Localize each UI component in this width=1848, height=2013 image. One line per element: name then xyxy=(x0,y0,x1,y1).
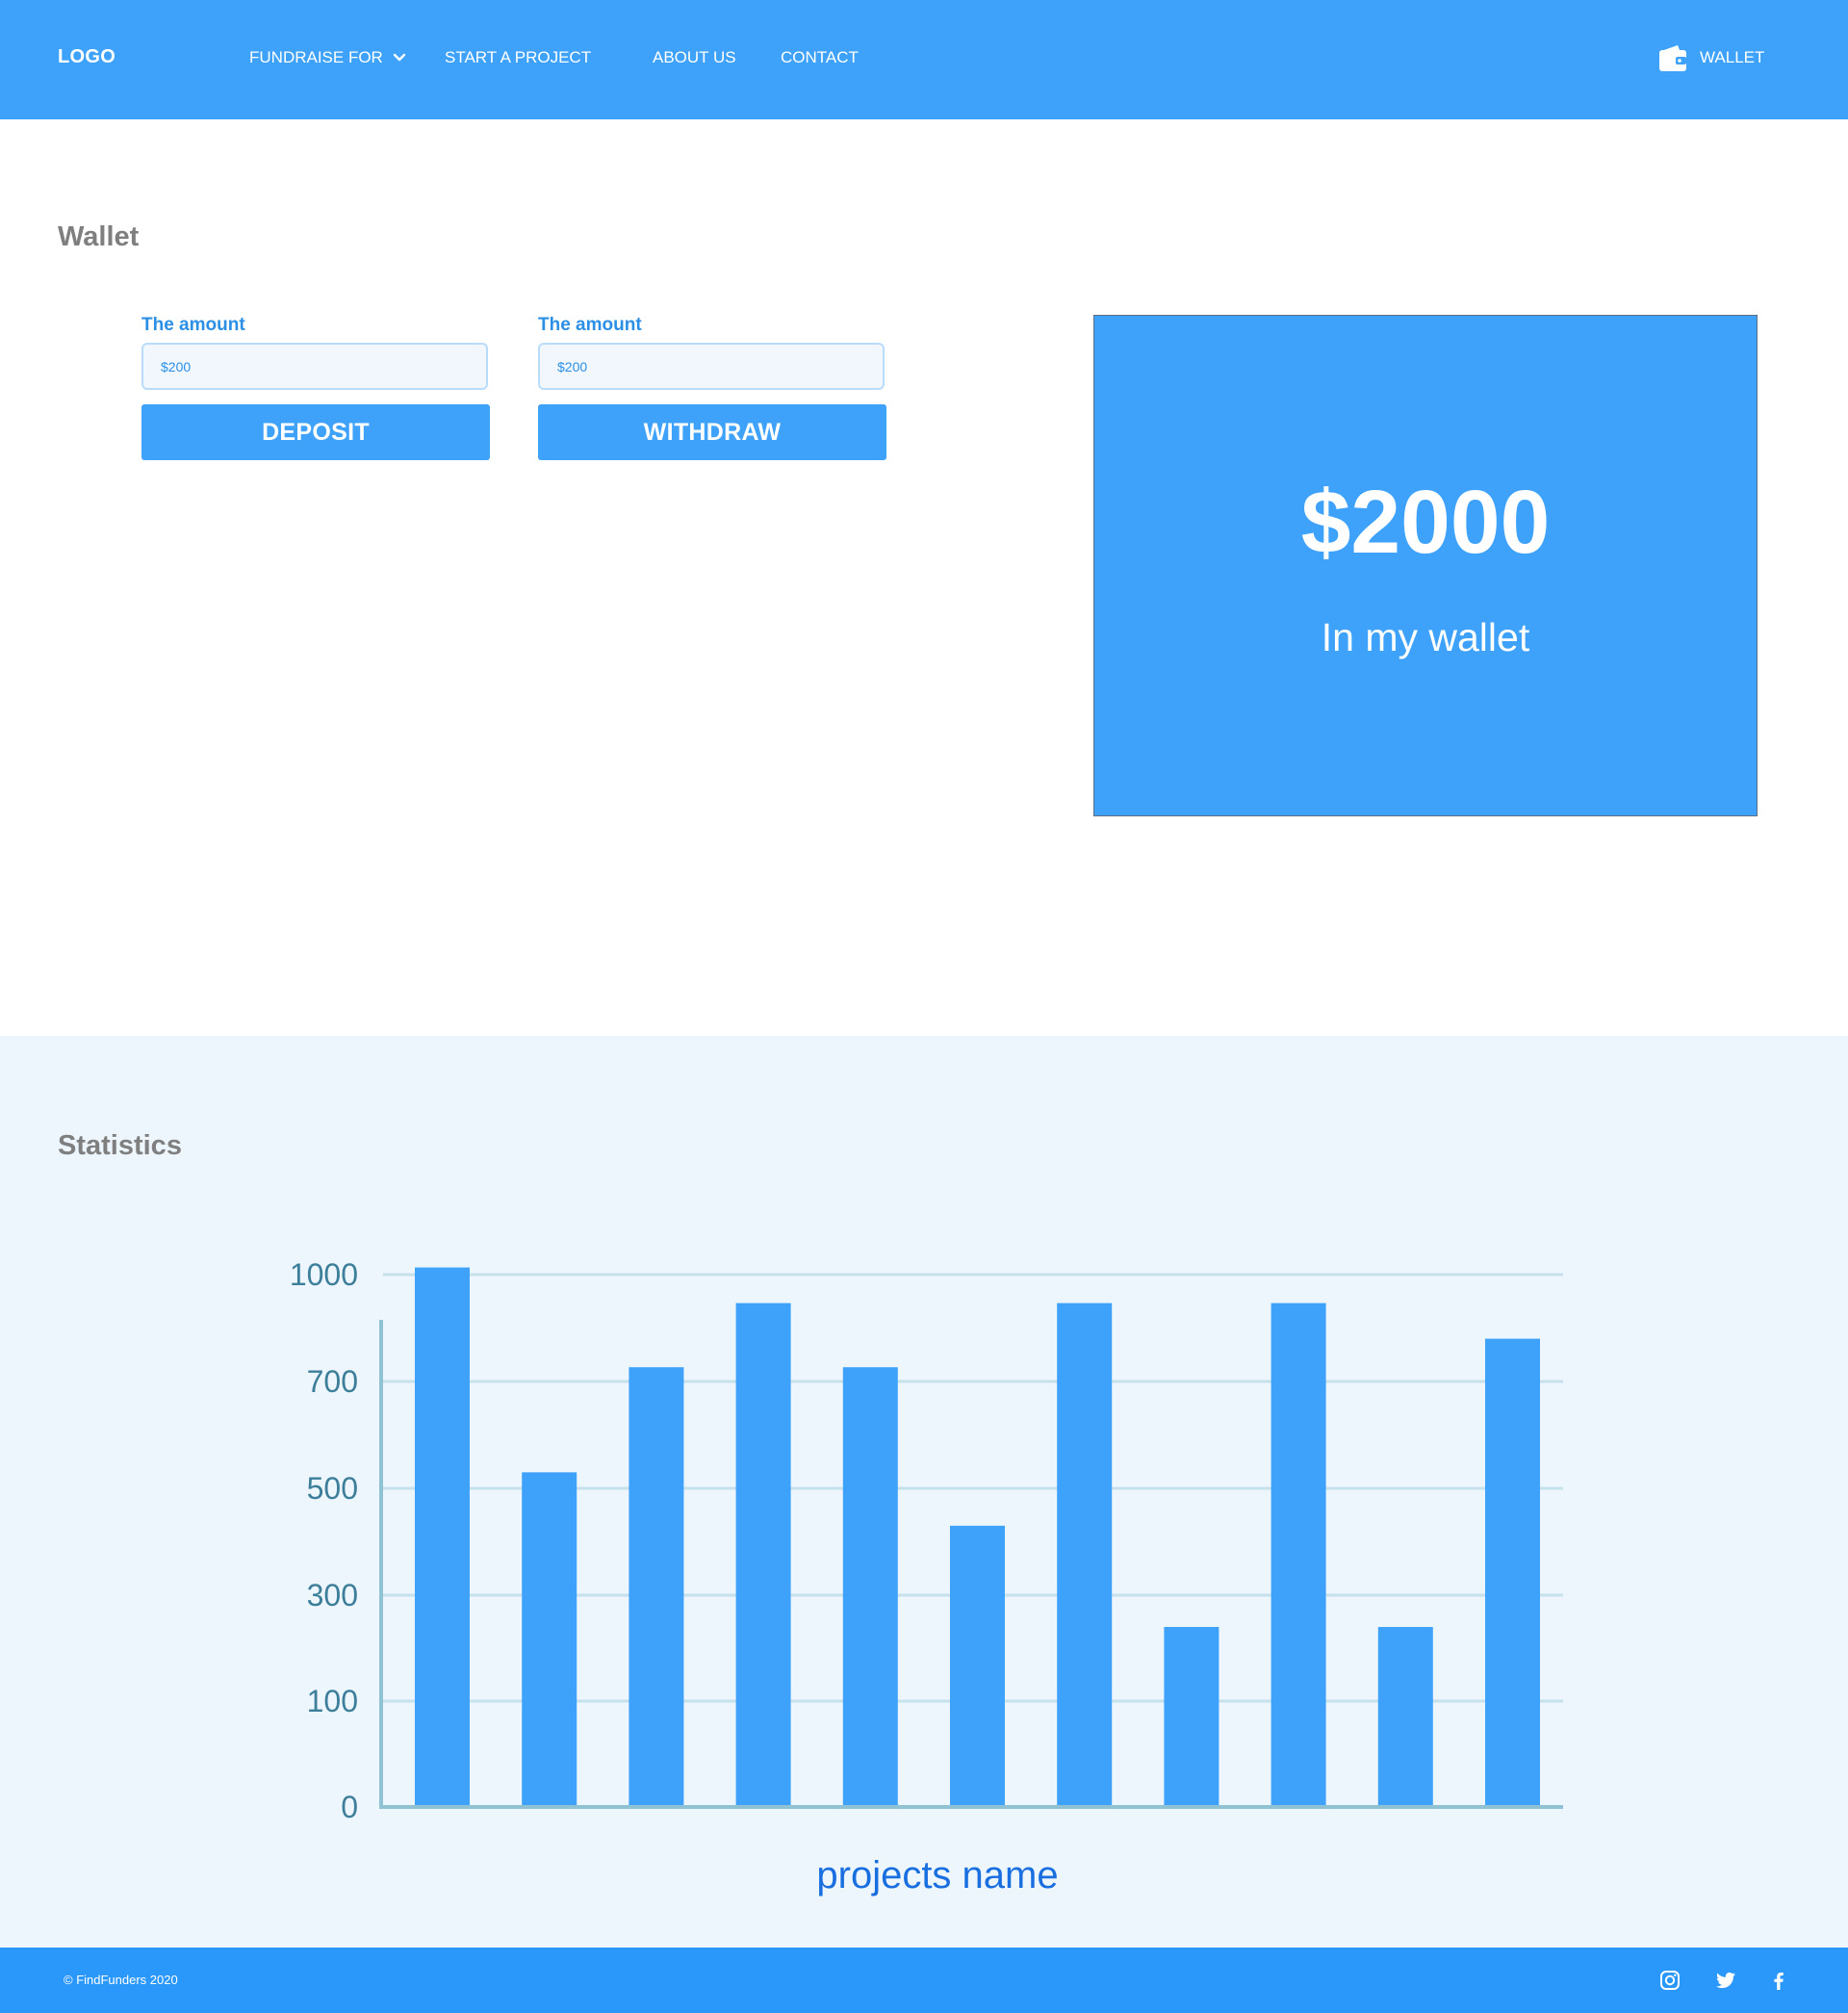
nav-start-project[interactable]: START A PROJECT xyxy=(445,48,591,67)
instagram-icon xyxy=(1660,1971,1680,1990)
chart-bar xyxy=(1377,1627,1433,1807)
withdraw-button[interactable]: WITHDRAW xyxy=(538,404,886,460)
top-nav-bar: LOGO FUNDRAISE FOR START A PROJECT ABOUT… xyxy=(0,0,1848,119)
deposit-amount-label: The amount xyxy=(141,315,245,335)
logo[interactable]: LOGO xyxy=(58,46,116,68)
footer: © FindFunders 2020 xyxy=(0,1948,1848,2013)
chart-bar xyxy=(629,1367,684,1807)
y-tick-label: 300 xyxy=(307,1578,358,1613)
x-axis-label: projects name xyxy=(816,1854,1058,1897)
chart-bar xyxy=(522,1472,578,1807)
nav-fundraise-for-label: FUNDRAISE FOR xyxy=(249,48,383,66)
facebook-icon xyxy=(1774,1973,1784,1990)
wallet-title: Wallet xyxy=(58,221,140,252)
deposit-button[interactable]: DEPOSIT xyxy=(141,404,490,460)
chart-bar xyxy=(950,1525,1005,1807)
y-tick-label: 1000 xyxy=(290,1257,358,1292)
withdraw-form: The amount WITHDRAW xyxy=(538,313,886,460)
chart-bar xyxy=(1057,1303,1113,1807)
twitter-icon xyxy=(1715,1972,1735,1989)
deposit-amount-input[interactable] xyxy=(141,343,488,390)
wallet-icon xyxy=(1659,45,1686,71)
wallet-balance-card: $2000 In my wallet xyxy=(1093,315,1758,816)
instagram-link[interactable] xyxy=(1658,1969,1681,1992)
y-tick-label: 0 xyxy=(341,1790,358,1824)
nav-wallet-label: WALLET xyxy=(1700,48,1765,66)
chart-bar xyxy=(1164,1627,1219,1807)
chart-bar xyxy=(1485,1338,1540,1807)
y-tick-label: 700 xyxy=(307,1364,358,1399)
copyright-text: © FindFunders 2020 xyxy=(64,1973,178,1987)
nav-about-us[interactable]: ABOUT US xyxy=(653,48,736,67)
chart-bar xyxy=(735,1303,791,1807)
statistics-section: Statistics 0 100 300 500 700 1000 projects nam… xyxy=(0,1036,1848,1948)
deposit-form: The amount DEPOSIT xyxy=(141,313,490,460)
facebook-link[interactable] xyxy=(1767,1969,1790,1992)
chart-bar xyxy=(415,1267,470,1807)
withdraw-amount-input[interactable] xyxy=(538,343,885,390)
statistics-bar-chart: 0 100 300 500 700 1000 projects name xyxy=(290,1257,1563,1897)
wallet-balance-amount: $2000 xyxy=(1300,472,1551,572)
withdraw-amount-label: The amount xyxy=(538,315,642,335)
y-tick-label: 100 xyxy=(307,1684,358,1718)
nav-fundraise-for[interactable]: FUNDRAISE FOR xyxy=(249,48,406,67)
wallet-balance-caption: In my wallet xyxy=(1321,615,1530,659)
y-tick-label: 500 xyxy=(307,1471,358,1506)
twitter-link[interactable] xyxy=(1714,1969,1737,1992)
chevron-down-icon xyxy=(393,53,406,62)
nav-wallet[interactable]: WALLET xyxy=(1657,42,1764,73)
chart-bar xyxy=(842,1367,898,1807)
nav-contact[interactable]: CONTACT xyxy=(781,48,859,67)
chart-bar xyxy=(1270,1303,1326,1807)
